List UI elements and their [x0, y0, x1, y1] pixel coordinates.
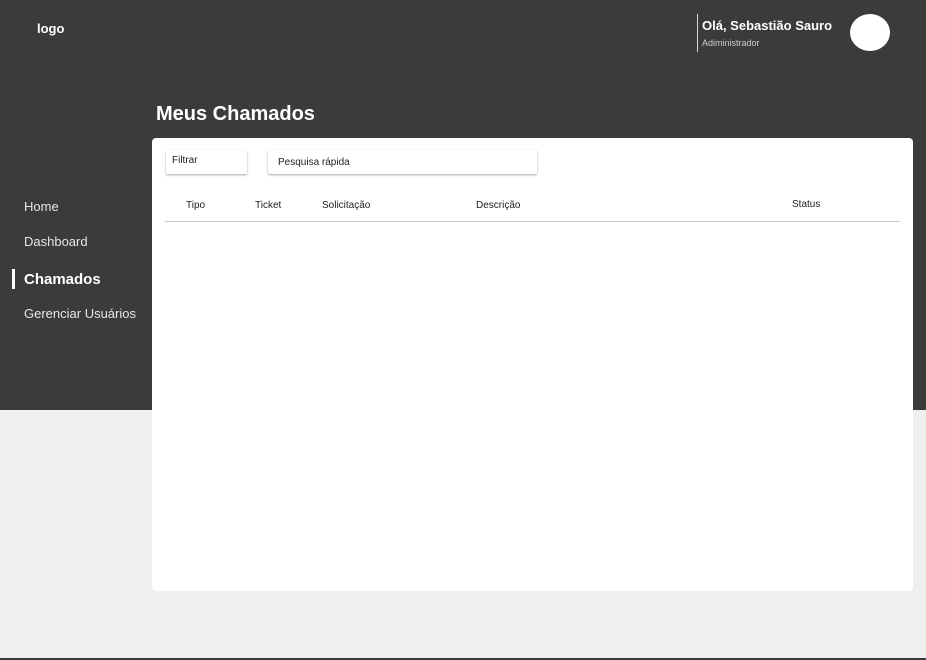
user-info[interactable]: Olá, Sebastião Sauro Adiministrador — [697, 14, 832, 52]
logo[interactable]: logo — [37, 21, 64, 36]
user-greeting: Olá, Sebastião Sauro — [702, 18, 833, 33]
column-header-descricao[interactable]: Descrição — [476, 200, 520, 211]
column-header-status[interactable]: Status — [792, 199, 820, 210]
page-title: Meus Chamados — [156, 103, 315, 125]
user-role: Adiministrador — [702, 38, 760, 48]
tickets-card: Filtrar Tipo Ticket Solicitação Descriçã… — [152, 138, 913, 591]
sidebar-item-gerenciar-usuarios[interactable]: Gerenciar Usuários — [24, 306, 136, 321]
column-header-solicitacao[interactable]: Solicitação — [322, 200, 370, 211]
active-indicator — [12, 269, 15, 289]
column-header-tipo[interactable]: Tipo — [186, 200, 205, 211]
sidebar-item-home[interactable]: Home — [24, 199, 59, 214]
table-header: Tipo Ticket Solicitação Descrição Status — [165, 195, 900, 222]
quick-search-input[interactable] — [268, 150, 537, 174]
sidebar-item-chamados[interactable]: Chamados — [24, 271, 101, 288]
filter-button[interactable]: Filtrar — [166, 150, 247, 174]
sidebar-item-dashboard[interactable]: Dashboard — [24, 234, 88, 249]
column-header-ticket[interactable]: Ticket — [255, 200, 281, 211]
avatar[interactable] — [850, 14, 890, 51]
